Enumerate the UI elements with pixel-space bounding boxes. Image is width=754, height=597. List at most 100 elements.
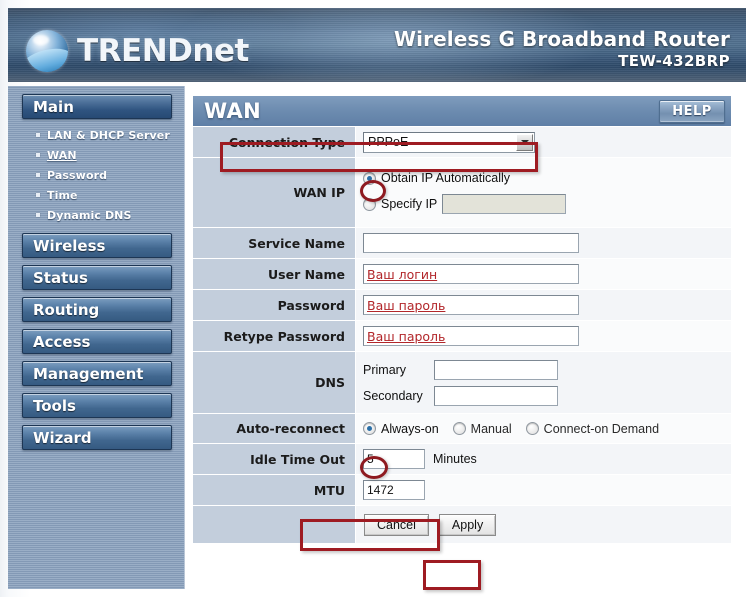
always-on-radio[interactable]: [363, 422, 376, 435]
value-cell: Always-on Manual Connect-on Demand: [356, 414, 731, 443]
value-cell: Minutes: [356, 444, 731, 474]
row-dns: DNS Primary Secondary: [193, 352, 731, 414]
connection-type-label: Connection Type: [228, 134, 345, 150]
wan-ip-label: WAN IP: [293, 185, 345, 200]
sidebar-item-routing[interactable]: Routing: [22, 297, 172, 322]
value-cell: [356, 259, 731, 289]
value-cell: [356, 290, 731, 320]
always-on-option[interactable]: Always-on: [363, 422, 439, 436]
connection-type-select[interactable]: PPPoE: [363, 131, 535, 153]
sidebar-item-label: Access: [33, 332, 91, 351]
sidebar-item-label: Tools: [33, 396, 76, 415]
sidebar-subitem-label: Time: [47, 188, 78, 202]
value-cell: [356, 321, 731, 351]
apply-button[interactable]: Apply: [438, 513, 497, 536]
row-actions: Cancel Apply: [193, 506, 731, 544]
dns-primary-label: Primary: [363, 362, 407, 377]
sidebar-item-wireless[interactable]: Wireless: [22, 233, 172, 258]
specify-ip-option[interactable]: Specify IP: [363, 194, 567, 214]
specify-ip-input[interactable]: [442, 194, 567, 214]
row-service-name: Service Name: [193, 228, 731, 259]
row-user-name: User Name: [193, 259, 731, 290]
product-title: Wireless G Broadband Router TEW-432BRP: [394, 28, 730, 70]
row-password: Password: [193, 290, 731, 321]
chevron-down-icon[interactable]: [516, 133, 533, 151]
label-cell: Retype Password: [193, 321, 356, 351]
service-name-input[interactable]: [363, 233, 579, 253]
sidebar-item-wan[interactable]: WAN: [8, 145, 184, 165]
wan-settings-panel: WAN HELP Connection Type PPPoE WAN IP Ob…: [193, 96, 731, 593]
router-admin-page: TRENDnet Wireless G Broadband Router TEW…: [0, 0, 754, 597]
panel-header: WAN HELP: [193, 96, 731, 127]
label-cell: User Name: [193, 259, 356, 289]
manual-option[interactable]: Manual: [452, 422, 512, 436]
specify-ip-label: Specify IP: [381, 197, 438, 211]
sidebar-item-dynamic-dns[interactable]: Dynamic DNS: [8, 205, 184, 225]
label-cell: Idle Time Out: [193, 444, 356, 474]
help-button[interactable]: HELP: [659, 100, 725, 123]
dns-secondary-input[interactable]: [434, 385, 558, 406]
dns-label: DNS: [315, 375, 345, 390]
brand-name: TRENDnet: [77, 33, 249, 69]
value-cell: Obtain IP Automatically Specify IP: [356, 158, 731, 227]
dns-primary-input[interactable]: [434, 359, 558, 380]
password-input[interactable]: [363, 295, 579, 315]
sidebar-item-access[interactable]: Access: [22, 329, 172, 354]
password-label: Password: [277, 297, 345, 313]
sidebar-item-label: Wireless: [33, 236, 106, 255]
value-cell: Primary Secondary: [356, 352, 731, 413]
sidebar-item-lan-dhcp-server[interactable]: LAN & DHCP Server: [8, 125, 184, 145]
label-cell: Service Name: [193, 228, 356, 258]
sidebar-subitem-label: Password: [47, 168, 108, 182]
sidebar-item-tools[interactable]: Tools: [22, 393, 172, 418]
sidebar-item-wizard[interactable]: Wizard: [22, 425, 172, 450]
bullet-icon: [36, 133, 40, 137]
product-model: TEW-432BRP: [618, 52, 730, 70]
wan-ip-options: Obtain IP Automatically Specify IP: [363, 165, 567, 220]
cancel-button[interactable]: Cancel: [364, 513, 429, 536]
cancel-button-label: Cancel: [377, 517, 416, 532]
sidebar-item-status[interactable]: Status: [22, 265, 172, 290]
specify-ip-radio[interactable]: [363, 197, 376, 211]
sidebar-item-management[interactable]: Management: [22, 361, 172, 386]
label-cell: Password: [193, 290, 356, 320]
idle-timeout-input[interactable]: [363, 449, 425, 469]
obtain-ip-radio[interactable]: [363, 171, 376, 185]
user-name-input[interactable]: [363, 264, 579, 284]
mtu-input[interactable]: [363, 480, 425, 500]
retype-password-input[interactable]: [363, 326, 579, 346]
bullet-icon: [36, 173, 40, 177]
connect-on-demand-option[interactable]: Connect-on Demand: [525, 422, 659, 436]
idle-timeout-label: Idle Time Out: [250, 451, 345, 467]
manual-radio[interactable]: [452, 422, 466, 435]
connect-on-demand-radio[interactable]: [525, 422, 539, 435]
dns-primary-group: Primary: [363, 359, 558, 380]
dns-secondary-label: Secondary: [363, 388, 423, 403]
row-idle-timeout: Idle Time Out Minutes: [193, 444, 731, 475]
label-cell: WAN IP: [193, 158, 356, 227]
dns-fields: Primary Secondary: [363, 354, 558, 412]
apply-button-label: Apply: [451, 517, 484, 532]
idle-timeout-unit: Minutes: [433, 452, 477, 466]
row-connection-type: Connection Type PPPoE: [193, 127, 731, 158]
row-retype-password: Retype Password: [193, 321, 731, 352]
sidebar-item-main[interactable]: Main: [22, 94, 172, 119]
sidebar-item-time[interactable]: Time: [8, 185, 184, 205]
bullet-icon: [36, 193, 40, 197]
page-title: WAN: [204, 99, 261, 123]
brand-logo[interactable]: TRENDnet: [26, 30, 249, 72]
sidebar-item-label: Wizard: [33, 428, 92, 447]
bullet-icon: [36, 153, 40, 157]
user-name-label: User Name: [268, 266, 345, 282]
value-cell: [356, 475, 731, 505]
label-cell: Connection Type: [193, 127, 356, 157]
sidebar-item-label: Main: [33, 97, 74, 116]
row-auto-reconnect: Auto-reconnect Always-on Manual Connect-…: [193, 414, 731, 444]
obtain-ip-option[interactable]: Obtain IP Automatically: [363, 171, 566, 185]
sidebar-item-password[interactable]: Password: [8, 165, 184, 185]
wan-form: Connection Type PPPoE WAN IP Obtain IP A…: [193, 127, 731, 544]
